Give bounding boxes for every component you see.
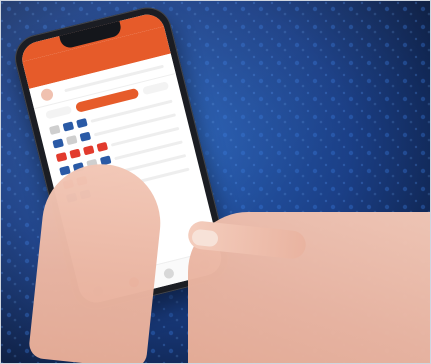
avatar-icon xyxy=(39,87,55,102)
nav-icon xyxy=(163,267,176,280)
photo-scene xyxy=(0,0,431,364)
cell-blue xyxy=(79,131,92,142)
cell-red xyxy=(82,145,95,156)
cell-gray xyxy=(65,134,78,146)
cell-red xyxy=(69,148,81,159)
cell-blue xyxy=(52,138,64,149)
cell-red xyxy=(96,141,109,152)
tab-left-placeholder xyxy=(45,105,73,120)
cell-blue xyxy=(76,118,88,129)
cell-red xyxy=(55,151,68,163)
fingernail xyxy=(191,228,219,248)
cell-gray xyxy=(48,124,61,135)
tab-right-placeholder xyxy=(142,81,170,96)
cell-blue xyxy=(62,121,75,132)
